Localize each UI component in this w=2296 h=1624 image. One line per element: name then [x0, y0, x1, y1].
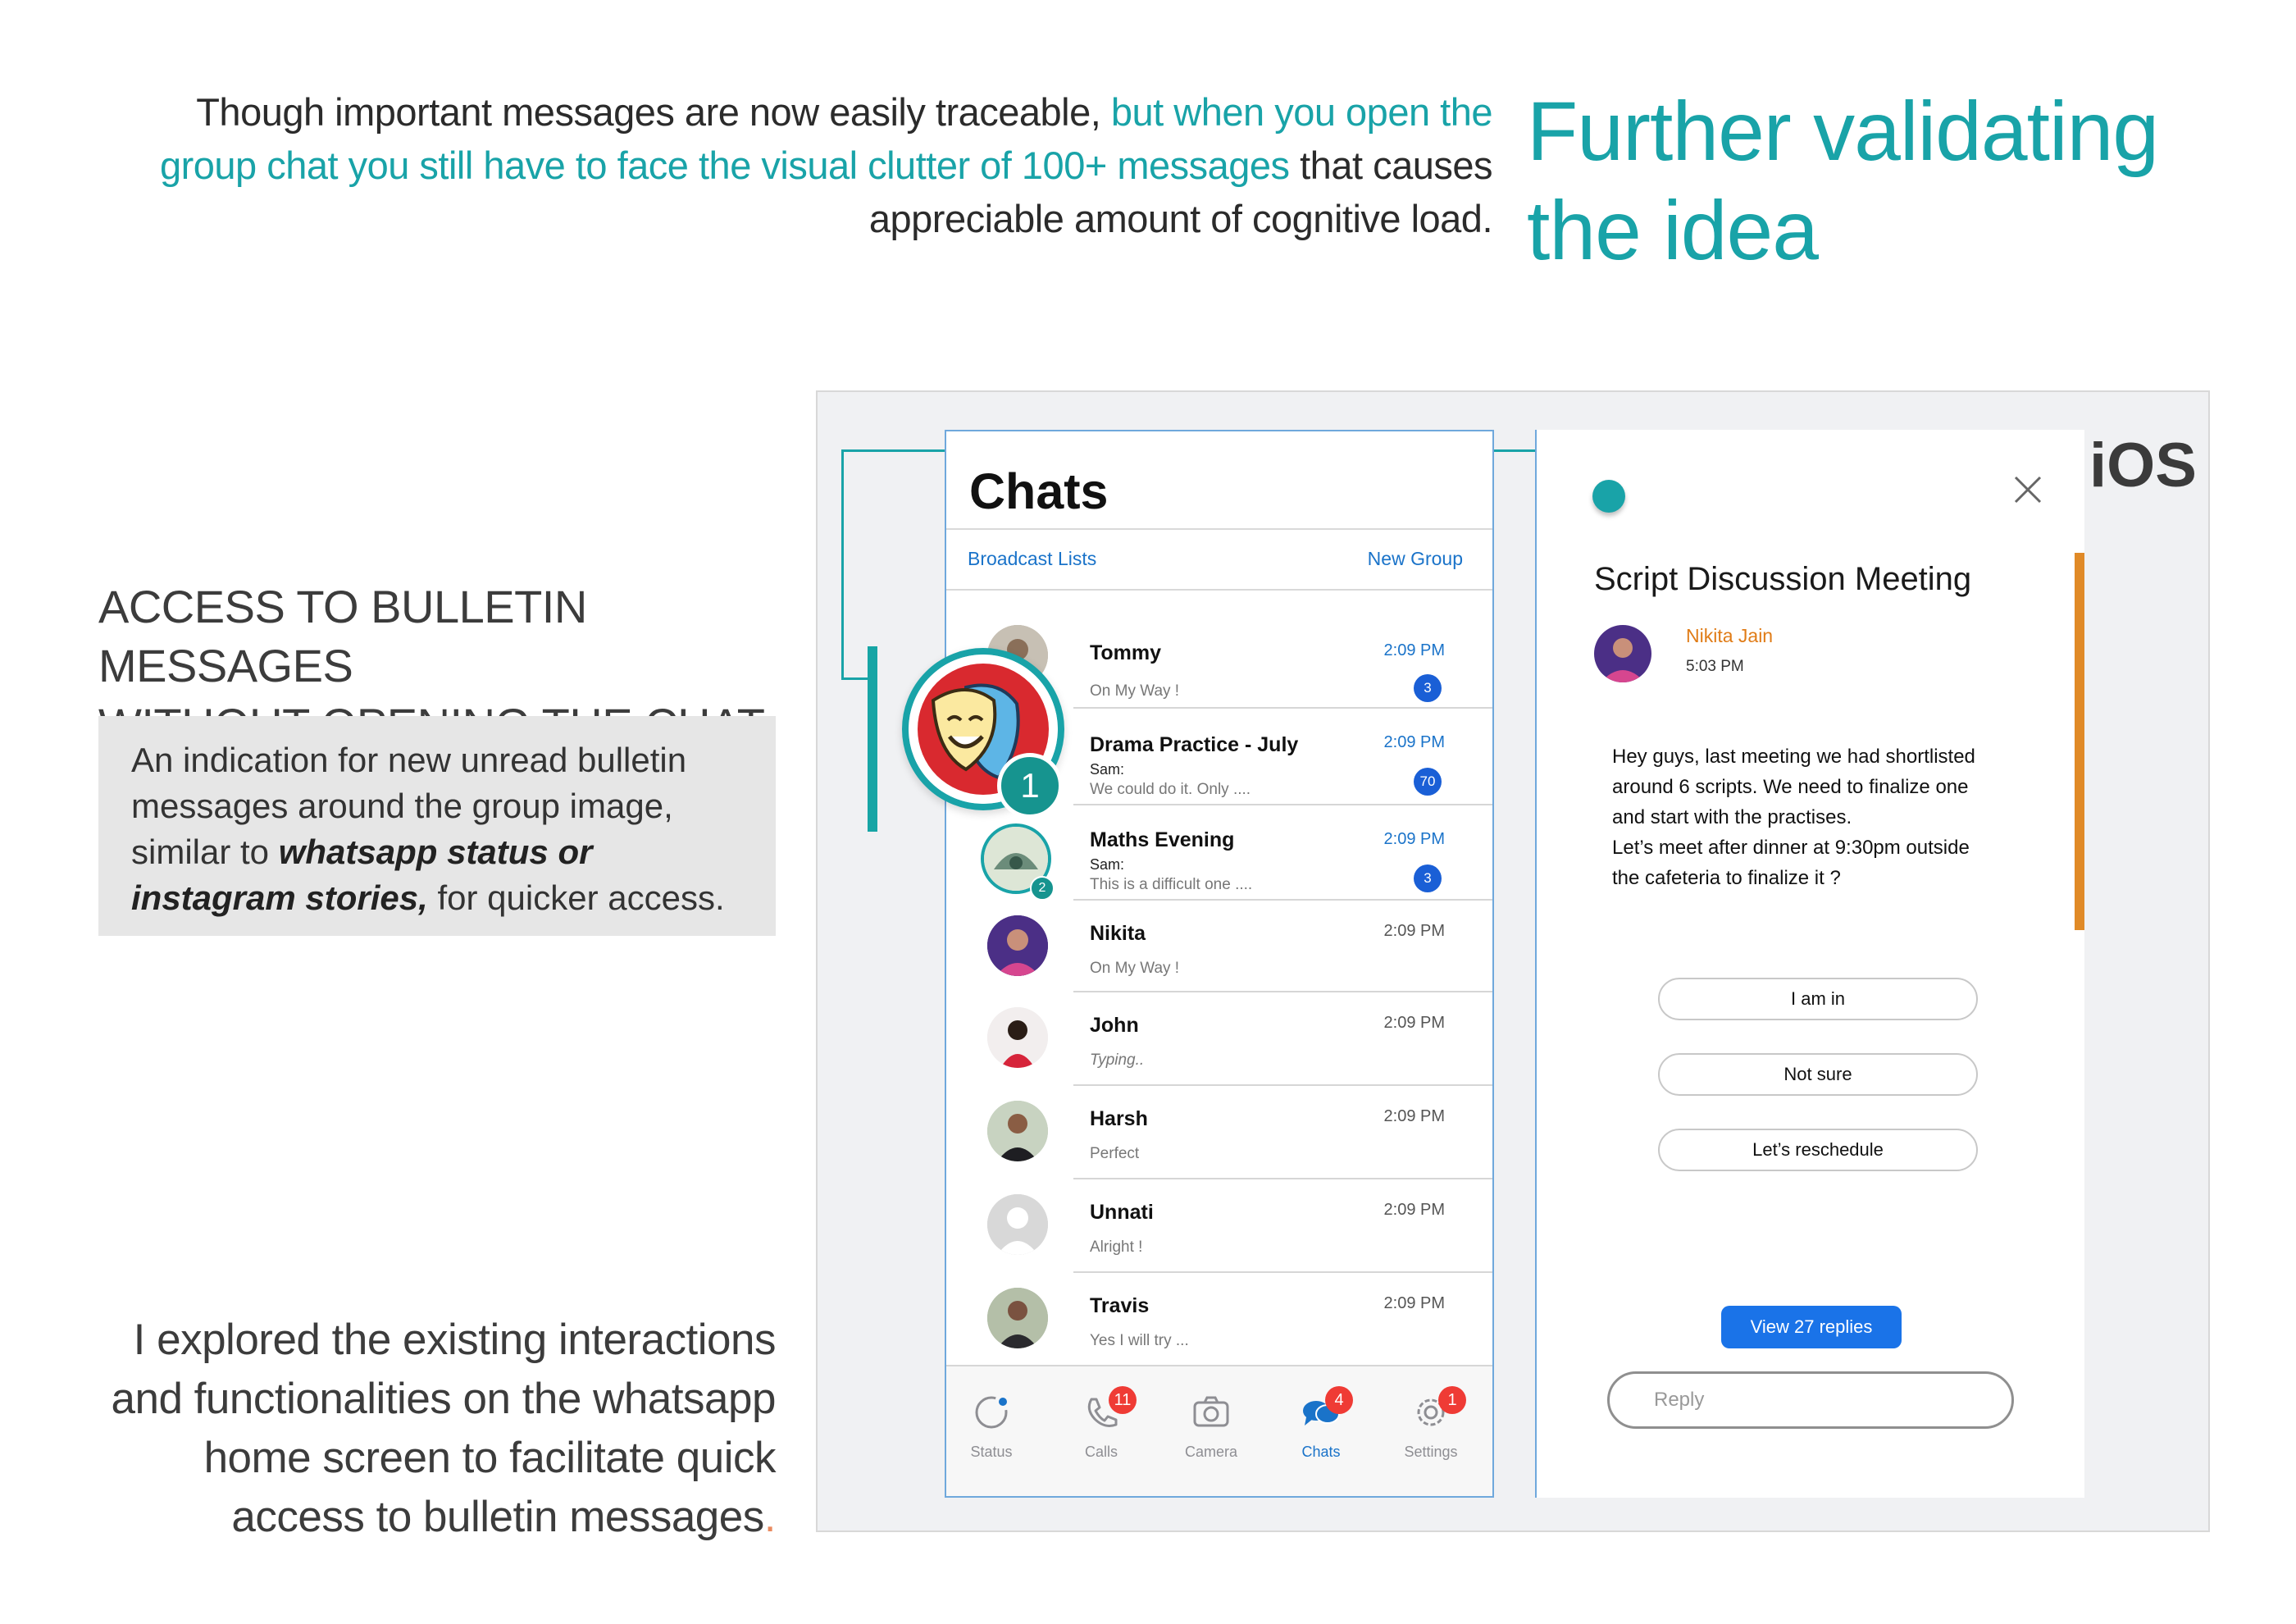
tab-label: Settings [1404, 1444, 1458, 1460]
tab-bar: Status 11 Calls Camera 4 Chats 1 Setting… [946, 1365, 1492, 1496]
chat-sender: Sam: [1090, 856, 1125, 873]
tab-calls[interactable]: 11 Calls [1056, 1386, 1146, 1461]
bulletin-author: Nikita Jain [1686, 625, 1774, 646]
response-button-reschedule[interactable]: Let’s reschedule [1658, 1129, 1978, 1171]
connector-line [841, 677, 869, 680]
divider [946, 528, 1492, 530]
highlight-bar [868, 646, 877, 832]
avatar [987, 1007, 1048, 1068]
response-button-i-am-in[interactable]: I am in [1658, 978, 1978, 1020]
intro-text-1: Though important messages are now easily… [196, 90, 1101, 134]
bulletin-time: 5:03 PM [1686, 658, 1744, 675]
chat-time: 2:09 PM [1383, 1201, 1445, 1219]
tab-label: Chats [1301, 1444, 1341, 1460]
chat-time: 2:09 PM [1383, 641, 1445, 659]
chat-time: 2:09 PM [1383, 922, 1445, 940]
chat-preview: We could do it. Only .... [1090, 781, 1251, 798]
status-icon [975, 1396, 1008, 1429]
chat-sender: Sam: [1090, 761, 1125, 778]
chat-time: 2:09 PM [1383, 1014, 1445, 1032]
tab-chats[interactable]: 4 Chats [1276, 1386, 1366, 1461]
bulletin-count-badge-enlarged: 1 [997, 753, 1063, 819]
chat-preview: Alright ! [1090, 1239, 1143, 1256]
bulletin-count-badge: 2 [1030, 876, 1055, 901]
default-avatar-icon [987, 1194, 1048, 1255]
section-heading-line-1: ACCESS TO BULLETIN MESSAGES [98, 581, 587, 691]
intro-paragraph: Though important messages are now easily… [98, 85, 1493, 245]
avatar [987, 1288, 1048, 1348]
tab-settings[interactable]: 1 Settings [1386, 1386, 1476, 1461]
bulletin-title: Script Discussion Meeting [1594, 561, 1972, 597]
chat-time: 2:09 PM [1383, 1107, 1445, 1125]
tab-label: Status [970, 1444, 1013, 1460]
explore-paragraph: I explored the existing interactions and… [98, 1311, 777, 1547]
connector-dot [1592, 480, 1625, 513]
chat-preview: This is a difficult one .... [1090, 876, 1253, 893]
unread-badge: 70 [1414, 768, 1442, 796]
chat-name: Tommy [1090, 641, 1162, 664]
chat-name: Maths Evening [1090, 828, 1235, 851]
calls-badge: 11 [1109, 1386, 1137, 1414]
chat-name: John [1090, 1014, 1139, 1037]
message-line: Hey guys, last meeting we had shortliste… [1612, 746, 1975, 768]
chat-name: Travis [1090, 1294, 1150, 1317]
close-icon[interactable] [2007, 469, 2048, 510]
unread-badge: 3 [1414, 674, 1442, 702]
chat-row-travis[interactable]: Travis Yes I will try ... 2:09 PM [946, 1273, 1492, 1366]
chat-time: 2:09 PM [1383, 830, 1445, 848]
chat-name: Drama Practice - July [1090, 733, 1299, 756]
chat-time: 2:09 PM [1383, 733, 1445, 751]
chat-row-unnati[interactable]: Unnati Alright ! 2:09 PM [946, 1179, 1492, 1273]
chat-preview: On My Way ! [1090, 960, 1180, 977]
avatar [987, 1101, 1048, 1161]
chats-title: Chats [969, 463, 1109, 519]
explore-end-mark: . [763, 1493, 777, 1541]
camera-icon [1193, 1396, 1229, 1427]
chat-preview: Typing.. [1090, 1051, 1145, 1069]
chat-preview: Yes I will try ... [1090, 1332, 1189, 1349]
message-line: Let’s meet after dinner at 9:30pm outsid… [1612, 837, 1970, 859]
connector-line [841, 449, 844, 679]
chat-preview: On My Way ! [1090, 682, 1180, 700]
chats-screen: Chats Broadcast Lists New Group Tommy On… [945, 430, 1494, 1498]
view-replies-button[interactable]: View 27 replies [1721, 1306, 1902, 1348]
message-line: the cafeteria to finalize it ? [1612, 867, 1841, 889]
chat-row-maths-evening[interactable]: 2 Maths Evening Sam: This is a difficult… [946, 805, 1492, 901]
response-button-not-sure[interactable]: Not sure [1658, 1053, 1978, 1096]
scroll-indicator [2075, 553, 2084, 930]
tab-label: Calls [1084, 1444, 1118, 1460]
callout-box: An indication for new unread bulletin me… [98, 716, 776, 936]
chat-name: Harsh [1090, 1107, 1148, 1130]
chat-row-nikita[interactable]: Nikita On My Way ! 2:09 PM [946, 901, 1492, 992]
settings-badge: 1 [1438, 1386, 1466, 1414]
chat-time: 2:09 PM [1383, 1294, 1445, 1312]
bulletin-panel: Script Discussion Meeting Hey guys, last… [1535, 430, 2084, 1498]
chat-name: Nikita [1090, 922, 1146, 945]
broadcast-lists-link[interactable]: Broadcast Lists [968, 548, 1096, 570]
author-avatar [1594, 625, 1651, 682]
callout-text-2: for quicker access. [437, 878, 725, 917]
chat-row-john[interactable]: John Typing.. 2:09 PM [946, 992, 1492, 1086]
page-headline: Further validating the idea [1527, 84, 2159, 277]
explore-text: I explored the existing interactions and… [111, 1316, 777, 1541]
chat-name: Unnati [1090, 1201, 1154, 1224]
divider [946, 589, 1492, 591]
platform-label: iOS [2089, 431, 2197, 500]
reply-input[interactable]: Reply [1607, 1371, 2014, 1429]
message-line: and start with the practises. [1612, 806, 1852, 828]
message-line: around 6 scripts. We need to finalize on… [1612, 776, 1969, 798]
unread-badge: 3 [1414, 864, 1442, 892]
bulletin-message: Hey guys, last meeting we had shortliste… [1612, 741, 2055, 893]
tab-label: Camera [1184, 1444, 1238, 1460]
tab-status[interactable]: Status [946, 1391, 1036, 1461]
tab-camera[interactable]: Camera [1166, 1391, 1256, 1461]
chat-preview: Perfect [1090, 1145, 1140, 1162]
chats-badge: 4 [1325, 1386, 1353, 1414]
avatar [987, 915, 1048, 976]
chat-row-harsh[interactable]: Harsh Perfect 2:09 PM [946, 1086, 1492, 1179]
new-group-link[interactable]: New Group [1368, 548, 1463, 570]
